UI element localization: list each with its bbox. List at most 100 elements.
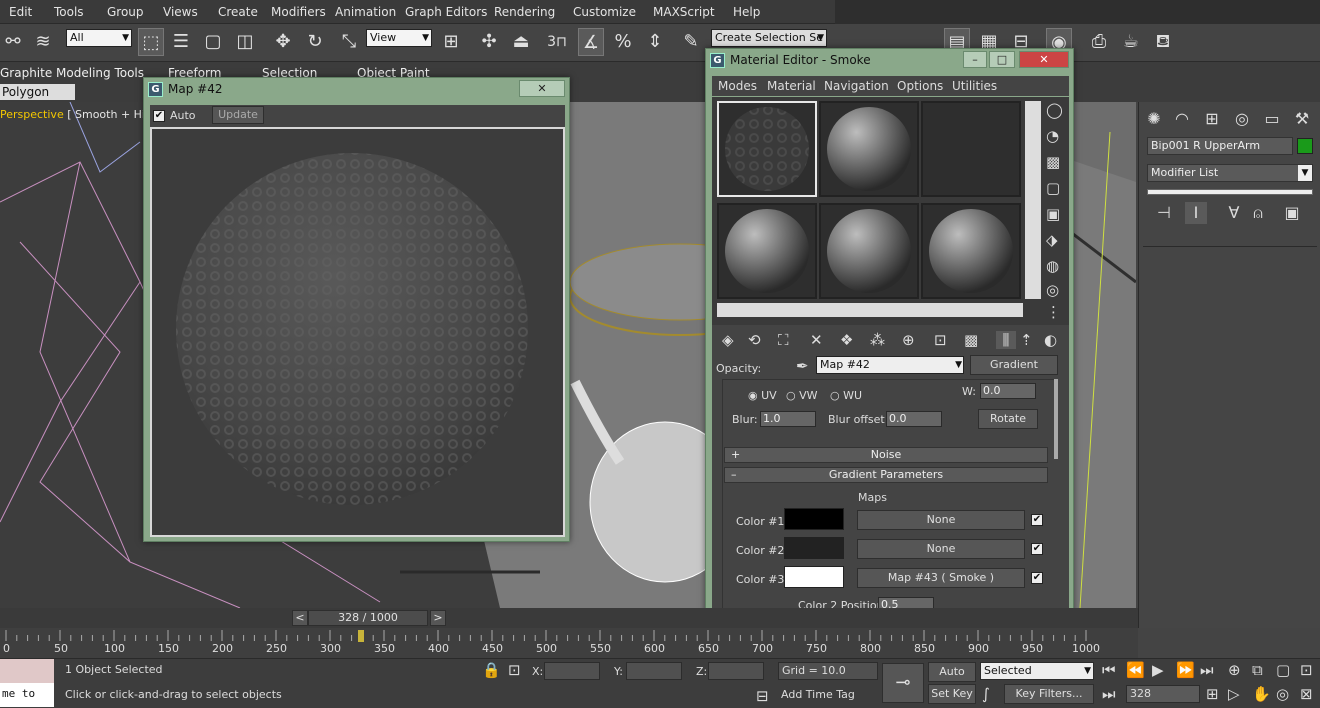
- link-icon[interactable]: ⚯: [0, 28, 26, 56]
- options-icon[interactable]: ◍: [1046, 257, 1059, 275]
- menu-modes[interactable]: Modes: [718, 79, 757, 93]
- motion-tab-icon[interactable]: ◎: [1231, 108, 1253, 130]
- put-to-scene-icon[interactable]: ⟲: [748, 331, 761, 349]
- ribbon-polygon-modeling[interactable]: Polygon Modeling: [0, 84, 75, 115]
- y-coord-field[interactable]: [626, 662, 682, 680]
- go-to-start-icon[interactable]: ⏮: [1102, 661, 1116, 679]
- absolute-mode-icon[interactable]: ⊡: [508, 661, 521, 679]
- edit-named-selection-icon[interactable]: ✎: [678, 28, 704, 56]
- vw-radio[interactable]: ○ VW: [786, 389, 818, 402]
- next-key-icon[interactable]: ⏩: [1176, 661, 1195, 679]
- modifier-list-dropdown[interactable]: Modifier List ▼: [1147, 164, 1313, 182]
- object-color-swatch[interactable]: [1297, 138, 1313, 154]
- ribbon-title[interactable]: Graphite Modeling Tools: [0, 66, 144, 80]
- modifier-stack[interactable]: [1147, 189, 1313, 195]
- set-key-button[interactable]: Set Key: [928, 684, 976, 704]
- noise-rollout[interactable]: + Noise: [724, 447, 1048, 463]
- make-preview-icon[interactable]: ⬗: [1046, 231, 1058, 249]
- select-object-icon[interactable]: ⬚: [138, 28, 164, 56]
- video-color-check-icon[interactable]: ▣: [1046, 205, 1060, 223]
- display-tab-icon[interactable]: ▭: [1261, 108, 1283, 130]
- percent-snap-icon[interactable]: %: [610, 28, 636, 56]
- key-mode-toggle-icon[interactable]: ⏭: [1102, 685, 1116, 703]
- put-to-library-icon[interactable]: ⊕: [902, 331, 915, 349]
- render-production-icon[interactable]: ⛾: [1150, 28, 1176, 56]
- color-1-map-button[interactable]: None: [857, 510, 1025, 530]
- lock-icon[interactable]: 🔒: [482, 661, 501, 679]
- reset-map-icon[interactable]: ✕: [810, 331, 823, 349]
- pin-stack-icon[interactable]: ⊣: [1153, 202, 1175, 224]
- pivot-center-icon[interactable]: ⊞: [438, 28, 464, 56]
- maximize-button[interactable]: □: [989, 51, 1015, 68]
- menu-navigation[interactable]: Navigation: [824, 79, 889, 93]
- menu-material[interactable]: Material: [767, 79, 816, 93]
- sample-slot-6[interactable]: [921, 203, 1021, 299]
- menu-customize[interactable]: Customize: [573, 5, 636, 19]
- menu-rendering[interactable]: Rendering: [494, 5, 555, 19]
- gradient-parameters-rollout[interactable]: – Gradient Parameters: [724, 467, 1048, 483]
- make-unique-icon[interactable]: ∀: [1223, 202, 1245, 224]
- get-material-icon[interactable]: ◈: [722, 331, 734, 349]
- previous-frame-button[interactable]: <: [292, 610, 308, 626]
- map-name-field[interactable]: Map #42 ▼: [816, 356, 964, 374]
- z-coord-field[interactable]: [708, 662, 764, 680]
- menu-edit[interactable]: Edit: [9, 5, 32, 19]
- menu-maxscript[interactable]: MAXScript: [653, 5, 715, 19]
- utilities-tab-icon[interactable]: ⚒: [1291, 108, 1313, 130]
- material-map-navigator-icon[interactable]: ⋮: [1046, 303, 1061, 321]
- sample-slot-3[interactable]: [921, 101, 1021, 197]
- rotate-button[interactable]: Rotate: [978, 409, 1038, 429]
- slots-vertical-scrollbar[interactable]: [1025, 101, 1041, 299]
- move-icon[interactable]: ✥: [270, 28, 296, 56]
- material-editor-titlebar[interactable]: G Material Editor - Smoke: [706, 49, 1073, 71]
- map-type-button[interactable]: Gradient: [970, 355, 1058, 375]
- pan-view-icon[interactable]: ✋: [1252, 685, 1271, 703]
- show-map-in-viewport-icon[interactable]: ▩: [964, 331, 978, 349]
- minimize-button[interactable]: –: [963, 51, 987, 68]
- sample-slot-5[interactable]: [819, 203, 919, 299]
- menu-create[interactable]: Create: [218, 5, 258, 19]
- selection-filter-dropdown[interactable]: All ▼: [66, 29, 132, 47]
- zoom-extents-all-icon[interactable]: ⊡: [1300, 661, 1313, 679]
- color-1-swatch[interactable]: [784, 508, 844, 530]
- maximize-viewport-icon[interactable]: ⊠: [1300, 685, 1313, 703]
- bind-space-warp-icon[interactable]: ≋: [30, 28, 56, 56]
- map-window-titlebar[interactable]: G Map #42: [144, 78, 569, 100]
- make-unique-map-icon[interactable]: ⁂: [870, 331, 885, 349]
- object-name-field[interactable]: Bip001 R UpperArm: [1147, 137, 1293, 155]
- menu-modifiers[interactable]: Modifiers: [271, 5, 326, 19]
- blur-offset-spinner[interactable]: 0.0: [886, 411, 942, 427]
- key-filters-button[interactable]: Key Filters...: [1004, 684, 1094, 704]
- play-icon[interactable]: ▶: [1152, 661, 1164, 679]
- current-frame-spinner[interactable]: 328: [1126, 685, 1200, 703]
- show-end-result-icon[interactable]: ⫼: [996, 331, 1016, 349]
- make-copy-icon[interactable]: ❖: [840, 331, 853, 349]
- go-to-parent-icon[interactable]: ⇡: [1020, 331, 1033, 349]
- sample-slot-1[interactable]: [717, 101, 817, 197]
- close-button[interactable]: ✕: [1019, 51, 1069, 68]
- key-mode-dropdown[interactable]: Selected ▼: [980, 662, 1094, 680]
- track-bar[interactable]: 0 50 100 150 200 250 300 350 400 450 500…: [0, 628, 1138, 658]
- select-by-name-icon[interactable]: ☰: [168, 28, 194, 56]
- w-spinner[interactable]: 0.0: [980, 383, 1036, 399]
- menu-help[interactable]: Help: [733, 5, 760, 19]
- maxscript-mini-listener-top[interactable]: [0, 659, 54, 683]
- menu-options[interactable]: Options: [897, 79, 943, 93]
- slots-horizontal-scrollbar[interactable]: [717, 303, 1023, 317]
- color-3-swatch[interactable]: [784, 566, 844, 588]
- previous-key-icon[interactable]: ⏪: [1126, 661, 1145, 679]
- blur-spinner[interactable]: 1.0: [760, 411, 816, 427]
- color-3-map-checkbox[interactable]: ✔: [1031, 572, 1043, 584]
- menu-group[interactable]: Group: [107, 5, 144, 19]
- add-time-tag[interactable]: Add Time Tag: [778, 687, 878, 705]
- next-frame-button[interactable]: >: [430, 610, 446, 626]
- remove-modifier-icon[interactable]: ⍝: [1247, 202, 1269, 224]
- sample-uv-tiling-icon[interactable]: ▢: [1046, 179, 1060, 197]
- wu-radio[interactable]: ○ WU: [830, 389, 862, 402]
- create-tab-icon[interactable]: ✺: [1143, 108, 1165, 130]
- snap-toggle[interactable]: 3⊓: [544, 28, 570, 56]
- menu-views[interactable]: Views: [163, 5, 198, 19]
- assign-to-selection-icon[interactable]: ⛶: [778, 331, 789, 349]
- sample-slot-2[interactable]: [819, 101, 919, 197]
- menu-graph-editors[interactable]: Graph Editors: [405, 5, 487, 19]
